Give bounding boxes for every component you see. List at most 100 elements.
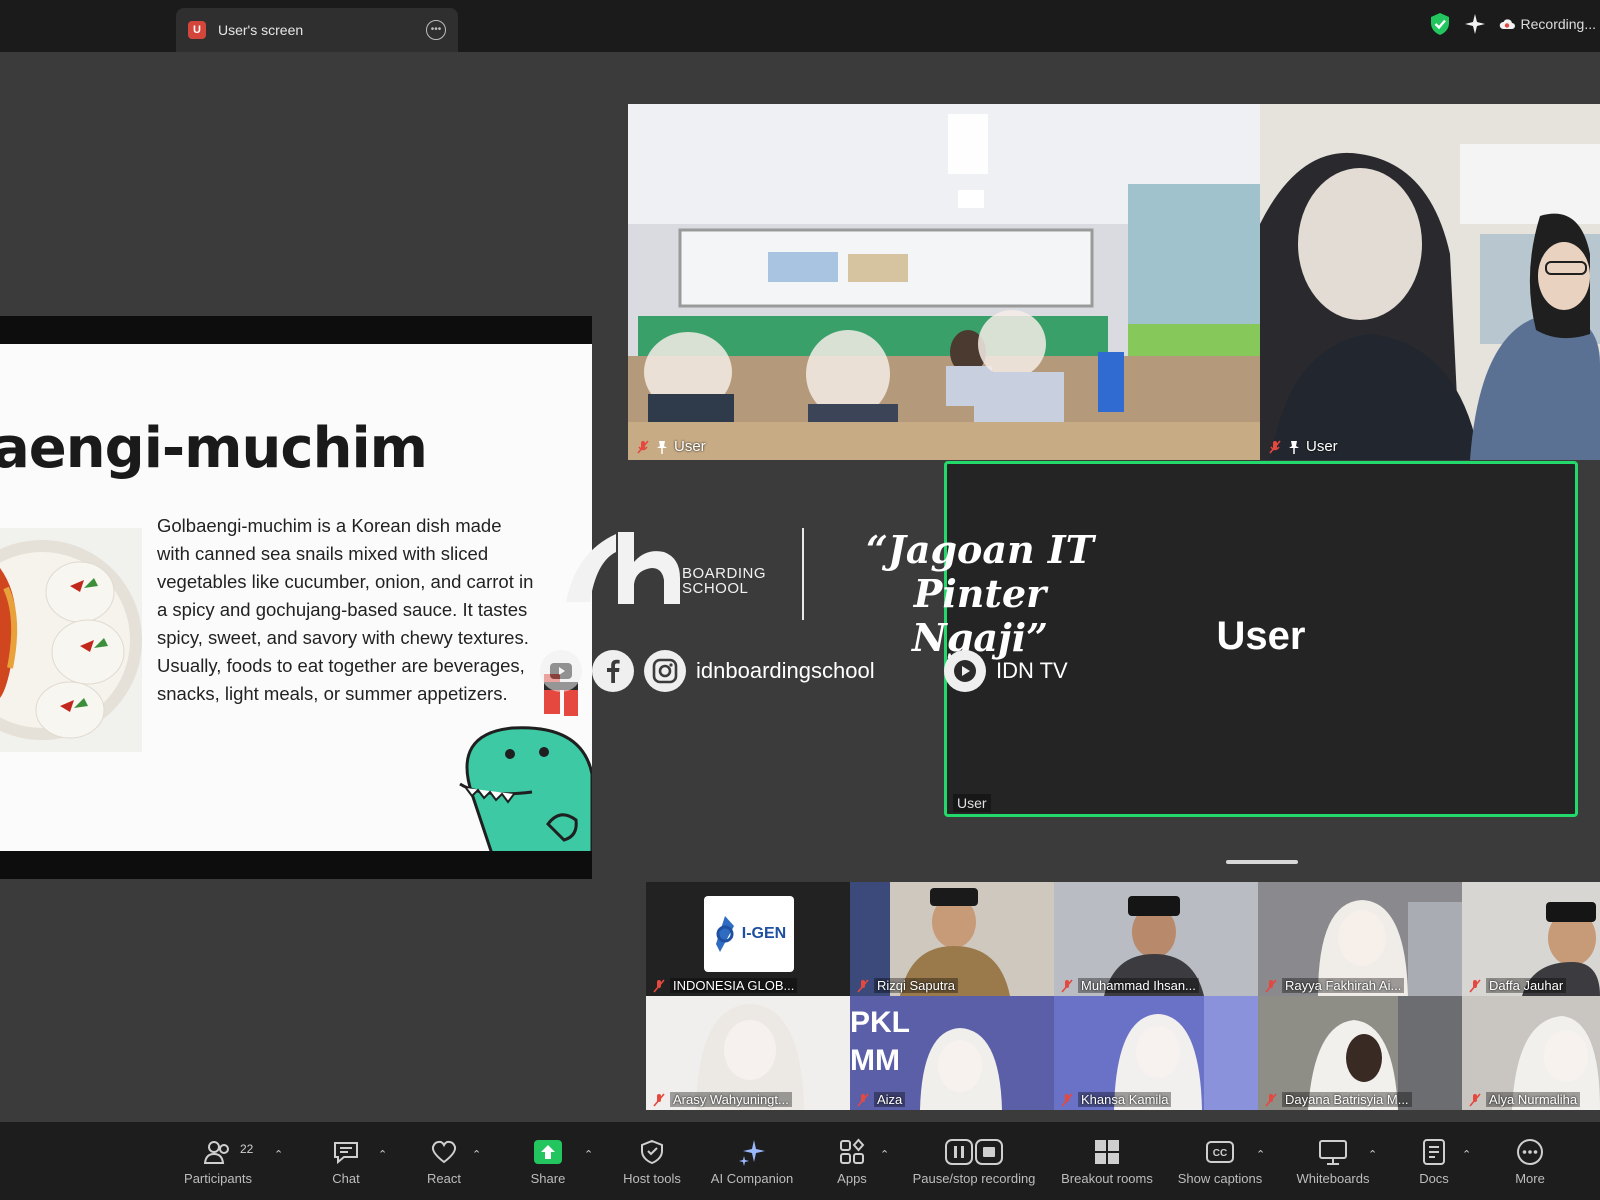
- participant-thumbnail[interactable]: Arasy Wahyuningt...: [646, 996, 850, 1110]
- participant-name: User: [674, 438, 706, 455]
- whiteboards-caret-icon[interactable]: ⌃: [1368, 1148, 1380, 1161]
- meeting-toolbar: Participants 22 ⌃ Chat ⌃ React ⌃ Share ⌃: [0, 1122, 1600, 1200]
- heart-icon: [429, 1137, 459, 1167]
- docs-icon: [1419, 1137, 1449, 1167]
- classroom-video-feed: [628, 104, 1260, 460]
- slide-title: aengi-muchim: [0, 416, 428, 481]
- more-options-icon[interactable]: •••: [426, 20, 446, 40]
- chat-label: Chat: [332, 1170, 360, 1186]
- share-button[interactable]: Share: [518, 1122, 578, 1200]
- mic-muted-icon: [637, 439, 649, 454]
- participant-name: Rayya Fakhirah Ai...: [1282, 978, 1405, 993]
- chat-caret-icon[interactable]: ⌃: [378, 1148, 390, 1161]
- mic-muted-icon: [653, 1092, 665, 1107]
- participant-name: Arasy Wahyuningt...: [670, 1092, 792, 1107]
- host-tools-button[interactable]: Host tools: [614, 1122, 690, 1200]
- boarding-line: BOARDING: [682, 565, 767, 582]
- participant-name: Dayana Batrisyia M...: [1282, 1092, 1412, 1107]
- participant-count: 22: [240, 1142, 254, 1156]
- participant-thumbnail[interactable]: Dayana Batrisyia M...: [1258, 996, 1462, 1110]
- apps-icon: [837, 1137, 867, 1167]
- youtube-channel: IDN TV: [996, 658, 1068, 683]
- share-caret-icon[interactable]: ⌃: [584, 1148, 596, 1161]
- apps-button[interactable]: Apps: [822, 1122, 882, 1200]
- screen-share-title: User's screen: [218, 22, 304, 38]
- participants-caret-icon[interactable]: ⌃: [274, 1148, 286, 1161]
- thumbnail-label: Rizqi Saputra: [856, 978, 959, 993]
- captions-icon: CC: [1205, 1137, 1235, 1167]
- thumbnail-label: Daffa Jauhar: [1468, 978, 1567, 993]
- share-icon: [533, 1137, 563, 1167]
- participant-thumbnail[interactable]: Rizqi Saputra: [850, 882, 1054, 996]
- whiteboards-button[interactable]: Whiteboards: [1288, 1122, 1378, 1200]
- participant-thumbnail[interactable]: Daffa Jauhar: [1462, 882, 1600, 996]
- igen-logo-text: I-GEN: [741, 925, 787, 942]
- video-tile-classroom[interactable]: User: [628, 104, 1260, 460]
- show-captions-button[interactable]: CC Show captions: [1172, 1122, 1268, 1200]
- react-label: React: [427, 1170, 461, 1186]
- participant-thumbnail[interactable]: PKL MM Aiza: [850, 996, 1054, 1110]
- screen-share-tab[interactable]: U User's screen •••: [176, 8, 458, 52]
- host-tools-label: Host tools: [623, 1170, 681, 1186]
- mic-muted-icon: [1265, 978, 1277, 993]
- presentation-slide: aengi-muchim Golbaengi-muchim is a Korea…: [0, 344, 592, 851]
- participant-thumbnail[interactable]: Rayya Fakhirah Ai...: [1258, 882, 1462, 996]
- share-label: Share: [530, 1170, 566, 1186]
- video-tile-label: User: [1268, 438, 1338, 455]
- video-tile-closeup[interactable]: User: [1260, 104, 1600, 460]
- ai-companion-button[interactable]: AI Companion: [704, 1122, 800, 1200]
- participant-name: INDONESIA GLOB...: [670, 978, 798, 993]
- participant-name: Daffa Jauhar: [1486, 978, 1567, 993]
- more-label: More: [1515, 1170, 1545, 1186]
- video-tile-label: User: [636, 438, 706, 455]
- participant-name: Rizqi Saputra: [874, 978, 959, 993]
- pin-icon: [1289, 440, 1299, 454]
- ai-sparkle-icon[interactable]: [1464, 14, 1485, 34]
- watermark-divider: [802, 528, 804, 620]
- docs-label: Docs: [1419, 1170, 1449, 1186]
- react-button[interactable]: React: [414, 1122, 474, 1200]
- participant-thumbnail[interactable]: Alya Nurmaliha: [1462, 996, 1600, 1110]
- breakout-rooms-button[interactable]: Breakout rooms: [1056, 1122, 1158, 1200]
- security-shield-icon[interactable]: [1429, 12, 1451, 36]
- shared-screen: aengi-muchim Golbaengi-muchim is a Korea…: [0, 316, 592, 879]
- captions-caret-icon[interactable]: ⌃: [1256, 1148, 1268, 1161]
- participant-thumbnail[interactable]: I-GEN INDONESIA GLOB...: [646, 882, 850, 996]
- participant-thumbnail[interactable]: Khansa Kamila: [1054, 996, 1258, 1110]
- mic-muted-icon: [857, 978, 869, 993]
- tagline-line-1: “Jagoan IT: [866, 527, 1094, 572]
- mic-muted-icon: [1469, 978, 1481, 993]
- thumbnail-label: Aiza: [856, 1092, 906, 1107]
- apps-caret-icon[interactable]: ⌃: [880, 1148, 892, 1161]
- facebook-icon: [592, 650, 634, 692]
- recording-indicator[interactable]: Recording...: [1499, 16, 1596, 32]
- instagram-handle: idnboardingschool: [696, 658, 875, 683]
- docs-button[interactable]: Docs: [1404, 1122, 1464, 1200]
- mic-muted-icon: [1269, 439, 1281, 454]
- whiteboards-label: Whiteboards: [1296, 1170, 1370, 1186]
- chat-button[interactable]: Chat: [316, 1122, 376, 1200]
- thumbnail-label: Khansa Kamila: [1060, 1092, 1172, 1107]
- svg-text:CC: CC: [1213, 1148, 1227, 1159]
- participants-button[interactable]: Participants: [178, 1122, 258, 1200]
- ai-companion-label: AI Companion: [710, 1170, 794, 1186]
- thumbnail-label: Dayana Batrisyia M...: [1264, 1092, 1412, 1107]
- tagline-line-2: Pinter Ngaji”: [912, 571, 1048, 660]
- participant-thumbnail[interactable]: Muhammad Ihsan...: [1054, 882, 1258, 996]
- participant-name: Aiza: [874, 1092, 906, 1107]
- whiteboard-icon: [1318, 1137, 1348, 1167]
- closeup-video-feed: [1260, 104, 1600, 460]
- dinosaur-mascot: [459, 674, 592, 851]
- more-button[interactable]: More: [1500, 1122, 1560, 1200]
- sparkle-icon: [737, 1137, 767, 1167]
- participant-name: Khansa Kamila: [1078, 1092, 1172, 1107]
- gallery-resize-handle[interactable]: [1226, 860, 1298, 864]
- school-line: SCHOOL: [682, 580, 749, 597]
- pause-stop-recording-button[interactable]: Pause/stop recording: [906, 1122, 1042, 1200]
- react-caret-icon[interactable]: ⌃: [472, 1148, 484, 1161]
- docs-caret-icon[interactable]: ⌃: [1462, 1148, 1474, 1161]
- social-links-right: IDN TV: [944, 650, 1068, 692]
- shield-icon: [637, 1137, 667, 1167]
- show-captions-label: Show captions: [1177, 1170, 1263, 1186]
- participant-name: User: [1306, 438, 1338, 455]
